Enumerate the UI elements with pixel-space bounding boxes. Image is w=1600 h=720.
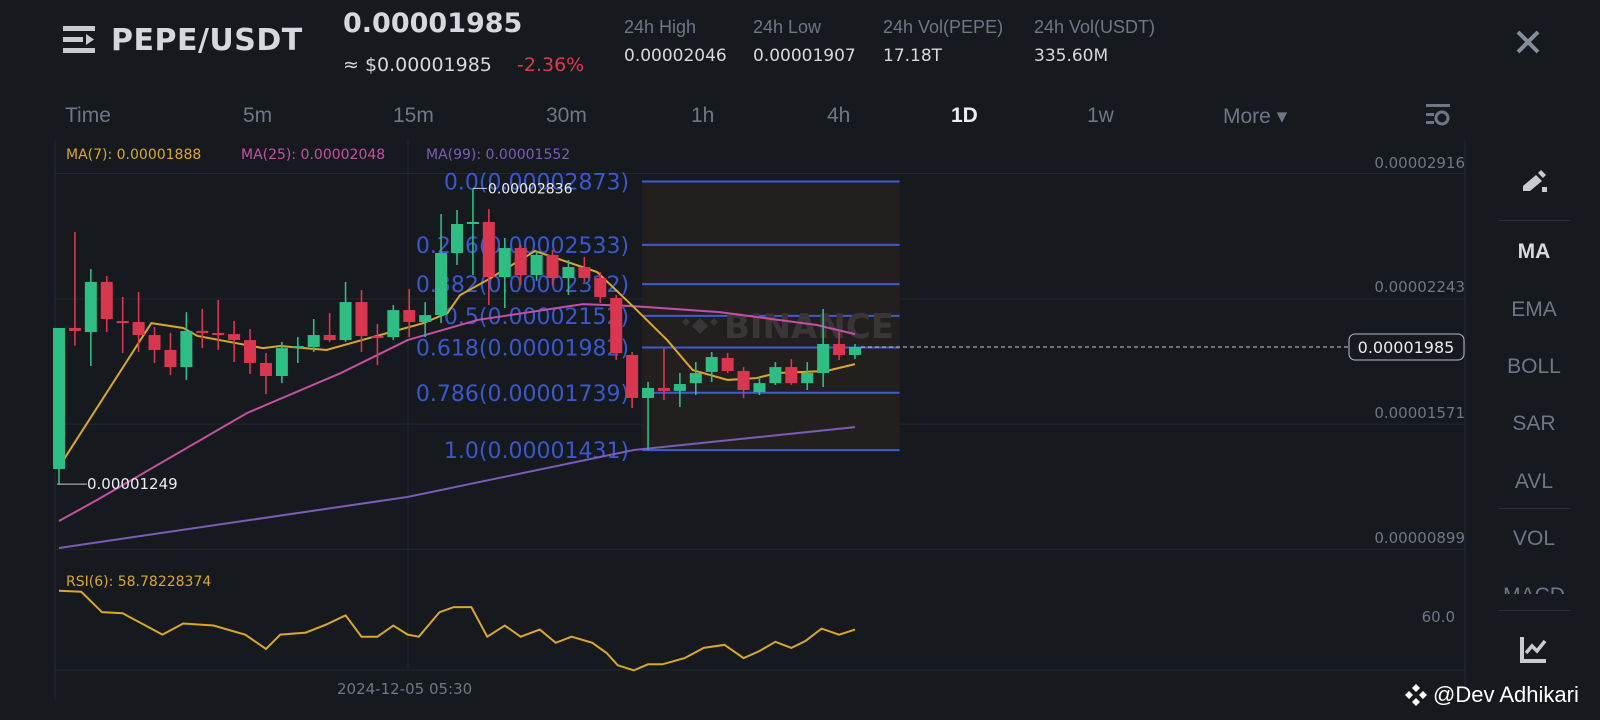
fib-level-label: 0.618(0.00001982) xyxy=(416,337,629,362)
legend-ma25: MA(25): 0.00002048 xyxy=(241,147,385,163)
legend-rsi: RSI(6): 58.78228374 xyxy=(66,574,211,590)
chart-type-button[interactable] xyxy=(1520,635,1548,663)
candle-up xyxy=(180,330,193,368)
x-tick-label: 2024-12-05 05:30 xyxy=(337,680,472,698)
fib-level-label: 0.5(0.00002152) xyxy=(444,305,629,330)
candle-up xyxy=(291,346,304,349)
candle-up xyxy=(689,373,702,384)
candle-up xyxy=(339,302,352,341)
pen-icon xyxy=(1523,170,1547,192)
candle-up xyxy=(817,343,830,374)
candle-up xyxy=(275,348,288,377)
candle-down xyxy=(737,370,750,390)
binance-watermark: BINANCE xyxy=(724,307,894,347)
indicator-macd[interactable]: MACD xyxy=(1497,584,1571,594)
watermark-text: @Dev Adhikari xyxy=(1433,682,1579,707)
rsi-tick-label: 60.0 xyxy=(1422,608,1455,626)
candle-down xyxy=(116,321,129,324)
candle-down xyxy=(403,310,416,322)
high-marker-label: 0.00002836 xyxy=(488,181,573,197)
trading-screen: PEPE/USDT 0.00001985 ≈ $0.00001985 -2.36… xyxy=(0,0,1600,720)
candle-down xyxy=(785,367,798,384)
candle-down xyxy=(68,327,81,331)
candle-down xyxy=(355,302,368,336)
candle-down xyxy=(228,334,241,341)
candle-up xyxy=(801,373,814,384)
candle-up xyxy=(753,383,766,393)
sidebar-scroll-clip: MACD xyxy=(1497,584,1571,594)
fib-level-label: 1.0(0.00001431) xyxy=(444,439,629,464)
candle-down xyxy=(371,335,384,338)
current-price-label: 0.00001985 xyxy=(1358,338,1455,357)
rsi-line xyxy=(58,589,856,672)
candle-up xyxy=(642,387,655,399)
candle-down xyxy=(610,297,623,354)
binance-logo-icon xyxy=(1405,684,1427,706)
candle-up xyxy=(466,221,479,224)
candle-up xyxy=(451,223,463,254)
watermark: @Dev Adhikari xyxy=(1403,682,1579,708)
indicator-ma[interactable]: MA xyxy=(1497,240,1571,264)
divider xyxy=(1499,610,1571,611)
candle-up xyxy=(530,254,543,276)
candle-up xyxy=(849,346,861,355)
candle-down xyxy=(148,335,161,350)
y-tick-label: 0.00002243 xyxy=(1374,278,1465,296)
candle-down xyxy=(482,221,495,278)
candle-down xyxy=(546,254,559,279)
candle-up xyxy=(419,315,432,322)
candle-up xyxy=(84,281,97,333)
fib-level-label: 0.786(0.00001739) xyxy=(416,382,629,407)
indicator-vol[interactable]: VOL xyxy=(1497,527,1571,551)
candle-up xyxy=(562,267,575,279)
candle-down xyxy=(196,330,209,333)
low-marker-label: 0.00001249 xyxy=(87,475,178,493)
candle-up xyxy=(435,253,448,316)
candle-down xyxy=(164,349,177,368)
draw-tool-button[interactable] xyxy=(1520,167,1550,195)
indicator-avl[interactable]: AVL xyxy=(1497,470,1571,494)
candle-down xyxy=(100,281,113,320)
y-tick-label: 0.00002916 xyxy=(1374,154,1465,172)
candle-down xyxy=(323,335,336,341)
candle-down xyxy=(244,340,257,363)
candle-down xyxy=(514,248,527,276)
candle-down xyxy=(594,278,607,298)
y-tick-label: 0.00001571 xyxy=(1374,404,1465,422)
indicator-boll[interactable]: BOLL xyxy=(1497,355,1571,379)
y-tick-label: 0.00000899 xyxy=(1374,529,1465,547)
candle-up xyxy=(705,357,718,372)
indicator-sar[interactable]: SAR xyxy=(1497,412,1571,436)
candle-up xyxy=(387,310,400,338)
divider xyxy=(1499,220,1571,221)
candle-up xyxy=(673,384,686,391)
price-chart[interactable]: 0.0(0.00002873)0.236(0.00002533)0.382(0.… xyxy=(0,0,1600,720)
candle-down xyxy=(721,357,734,371)
candle-down xyxy=(626,354,639,399)
candle-up xyxy=(769,367,782,384)
candle-up xyxy=(53,327,65,469)
legend-ma99: MA(99): 0.00001552 xyxy=(426,147,570,163)
indicator-ema[interactable]: EMA xyxy=(1497,298,1571,322)
legend-ma7: MA(7): 0.00001888 xyxy=(66,147,201,163)
candle-down xyxy=(132,321,145,336)
candle-down xyxy=(833,343,846,355)
line-chart-icon xyxy=(1520,637,1547,663)
candle-down xyxy=(657,387,670,391)
candle-down xyxy=(259,362,272,377)
candle-down xyxy=(578,267,591,279)
rsi-pane xyxy=(58,589,856,672)
candle-up xyxy=(498,248,511,278)
candle-up xyxy=(307,335,320,347)
candle-down xyxy=(212,332,225,335)
divider xyxy=(1499,508,1571,509)
